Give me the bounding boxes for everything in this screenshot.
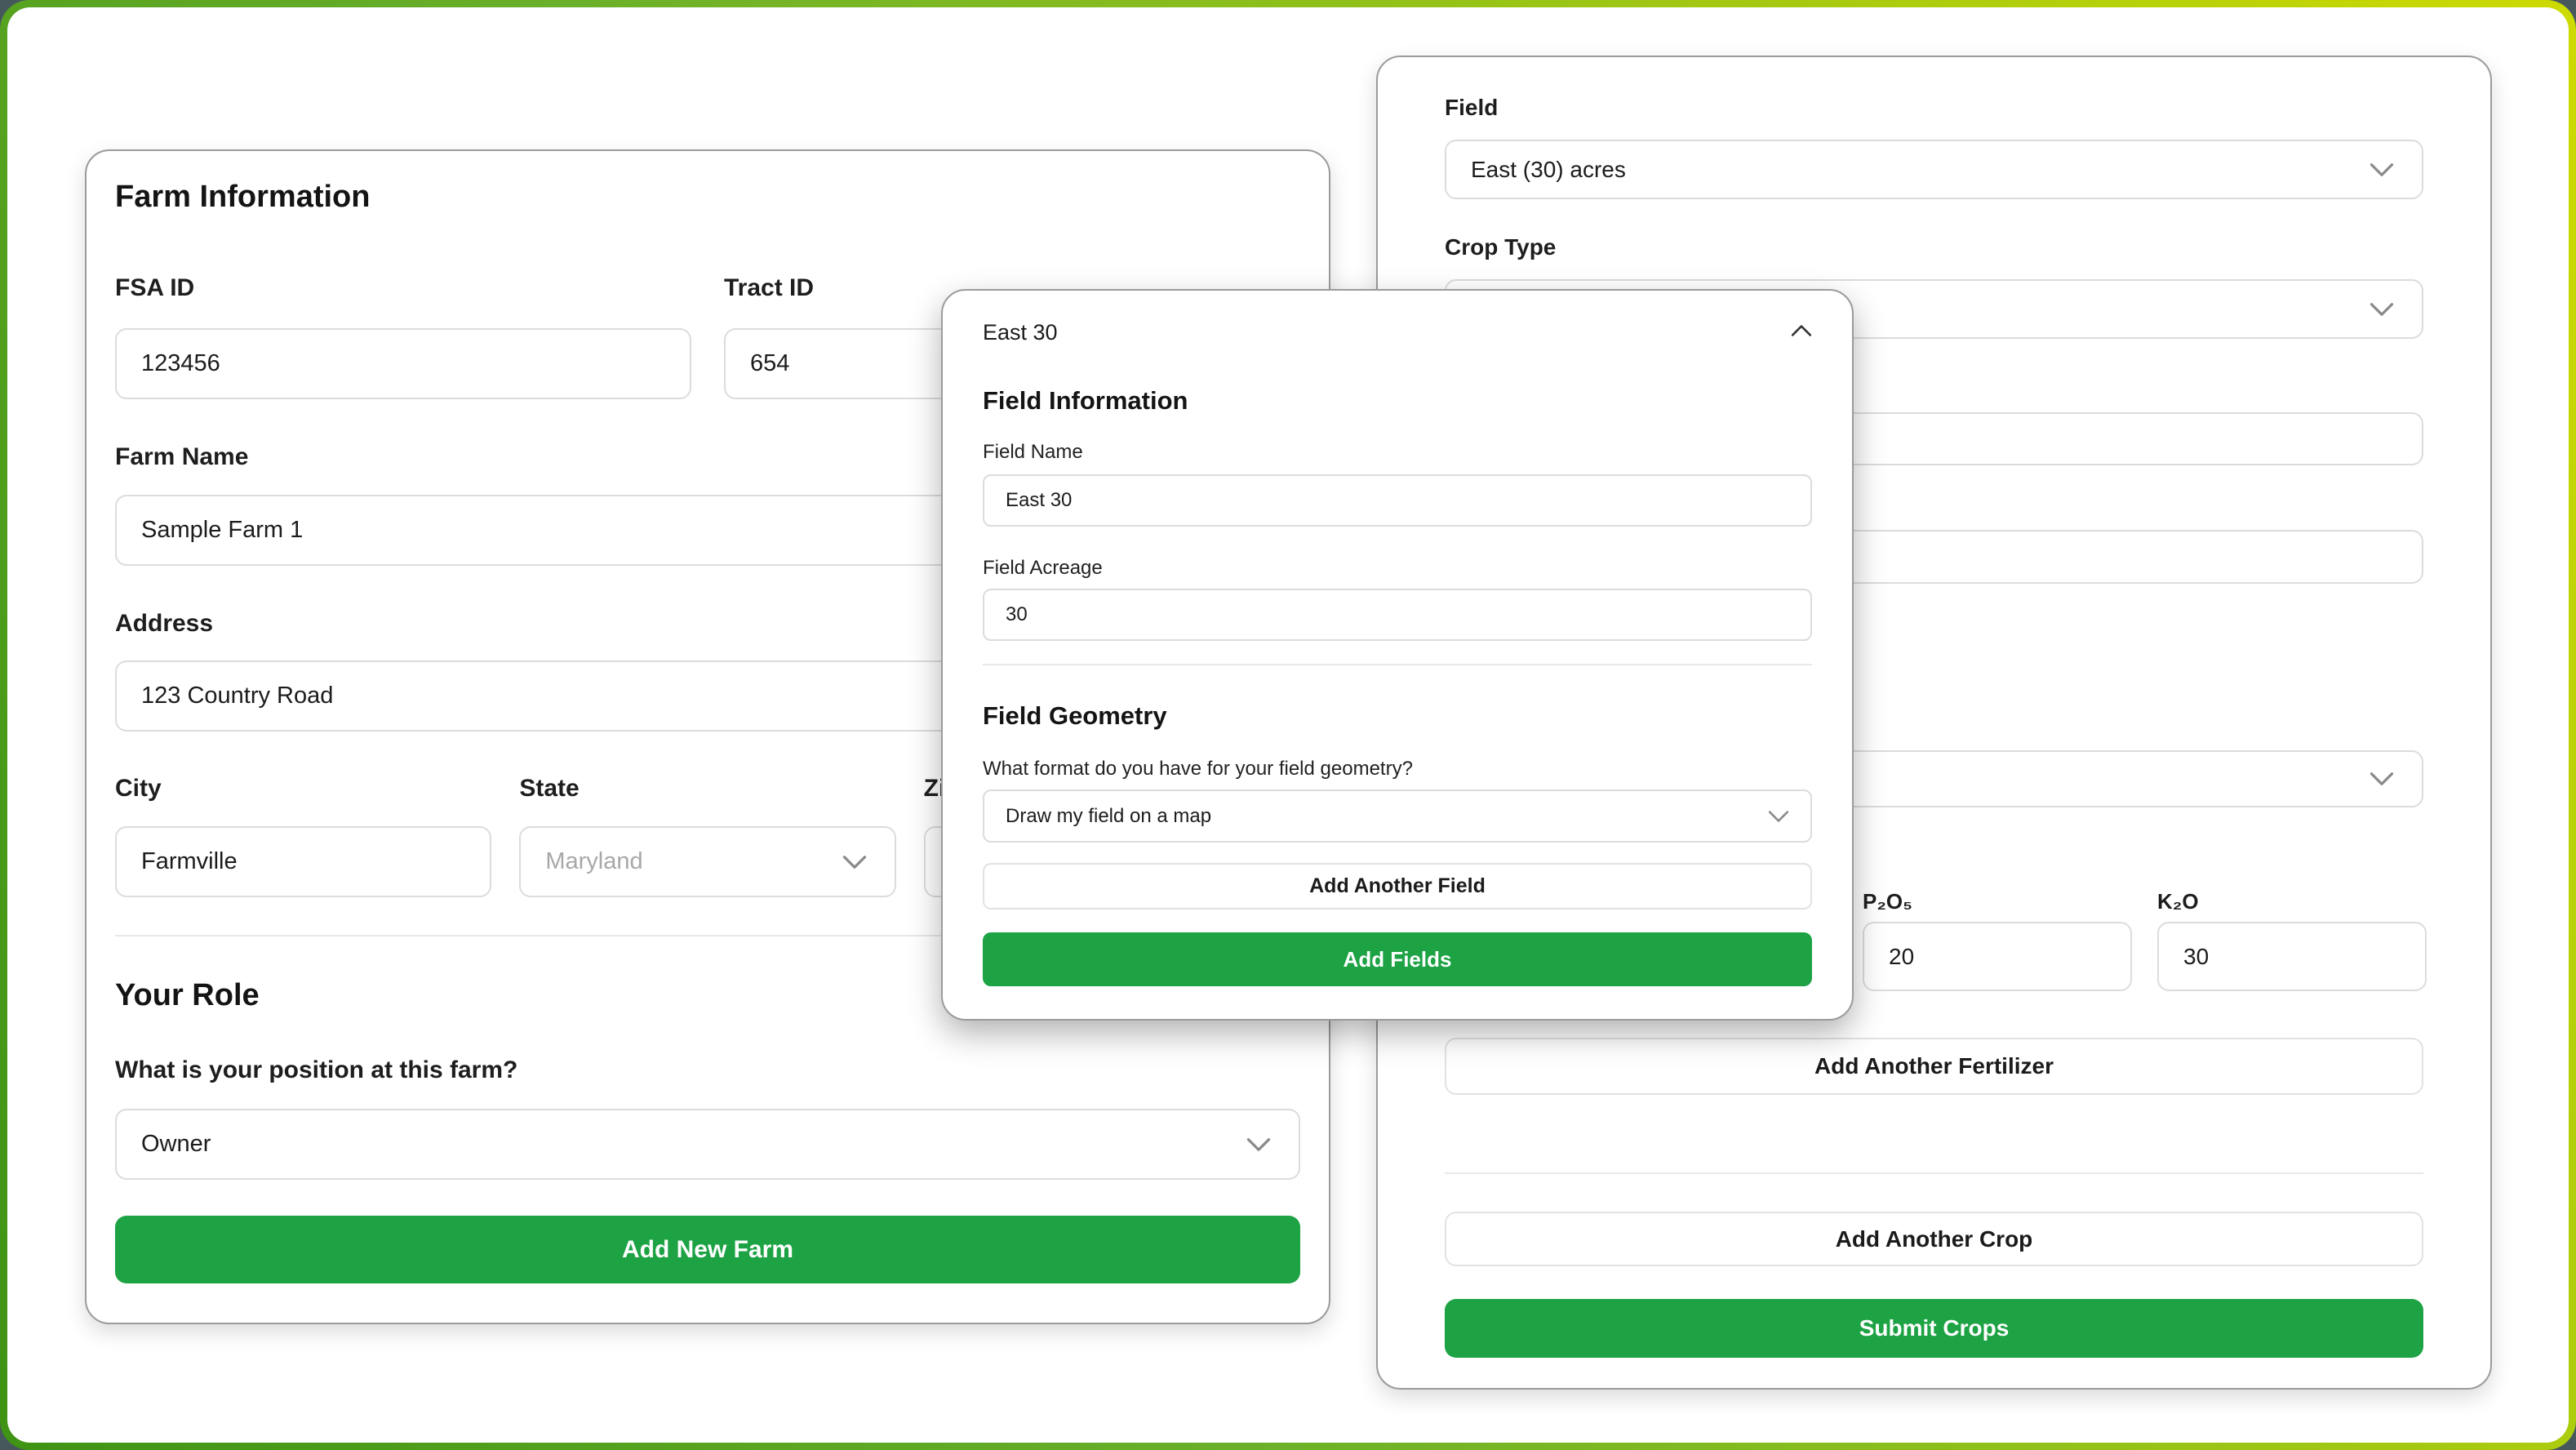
city-input[interactable]: Farmville bbox=[115, 826, 491, 897]
add-another-field-button[interactable]: Add Another Field bbox=[983, 863, 1812, 910]
fsa-id-input[interactable]: 123456 bbox=[115, 328, 691, 399]
state-group: State Maryland bbox=[519, 774, 895, 897]
chevron-down-icon bbox=[1768, 810, 1789, 823]
field-select[interactable]: East (30) acres bbox=[1445, 140, 2423, 199]
chevron-up-icon[interactable] bbox=[1791, 324, 1812, 341]
chevron-down-icon bbox=[842, 855, 867, 870]
k2o-group: K₂O 30 bbox=[2157, 888, 2427, 991]
add-new-farm-button[interactable]: Add New Farm bbox=[115, 1216, 1300, 1283]
field-select-label: Field bbox=[1445, 94, 2423, 122]
geometry-question-label: What format do you have for your field g… bbox=[983, 757, 1812, 781]
submit-crops-button[interactable]: Submit Crops bbox=[1445, 1299, 2423, 1358]
field-geometry-section-title: Field Geometry bbox=[983, 700, 1812, 732]
chevron-down-icon bbox=[2369, 302, 2394, 317]
field-editor-card: East 30 Field Information Field Name Eas… bbox=[941, 289, 1854, 1021]
field-acreage-value: 30 bbox=[1006, 603, 1028, 626]
geometry-format-select[interactable]: Draw my field on a map bbox=[983, 789, 1812, 843]
add-another-fertilizer-button[interactable]: Add Another Fertilizer bbox=[1445, 1038, 2423, 1095]
geometry-format-value: Draw my field on a map bbox=[1006, 805, 1211, 828]
field-name-label: Field Name bbox=[983, 440, 1812, 465]
city-group: City Farmville bbox=[115, 774, 491, 897]
tract-id-value: 654 bbox=[750, 350, 789, 377]
state-label: State bbox=[519, 774, 895, 803]
fsa-id-label: FSA ID bbox=[115, 274, 691, 303]
p2o5-label: P₂O₅ bbox=[1863, 888, 2132, 914]
section-divider bbox=[983, 664, 1812, 665]
k2o-input[interactable]: 30 bbox=[2157, 922, 2427, 991]
role-question-label: What is your position at this farm? bbox=[115, 1056, 1300, 1085]
field-name-value: East 30 bbox=[1006, 489, 1072, 512]
address-value: 123 Country Road bbox=[141, 683, 333, 709]
field-select-value: East (30) acres bbox=[1471, 157, 1626, 183]
role-value: Owner bbox=[141, 1131, 211, 1158]
farm-card-title: Farm Information bbox=[115, 177, 1300, 216]
chevron-down-icon bbox=[2369, 162, 2394, 177]
field-info-section-title: Field Information bbox=[983, 385, 1812, 417]
add-fields-button[interactable]: Add Fields bbox=[983, 932, 1812, 986]
p2o5-value: 20 bbox=[1889, 944, 1914, 970]
k2o-label: K₂O bbox=[2157, 888, 2427, 914]
chevron-down-icon bbox=[2369, 772, 2394, 786]
field-acreage-input[interactable]: 30 bbox=[983, 589, 1812, 641]
p2o5-group: P₂O₅ 20 bbox=[1863, 888, 2132, 991]
chevron-down-icon bbox=[1246, 1137, 1271, 1152]
field-card-header[interactable]: East 30 bbox=[983, 320, 1812, 345]
section-divider bbox=[1445, 1172, 2423, 1174]
city-value: Farmville bbox=[141, 848, 238, 875]
role-select[interactable]: Owner bbox=[115, 1109, 1300, 1180]
crop-type-label: Crop Type bbox=[1445, 234, 2423, 261]
field-name-input[interactable]: East 30 bbox=[983, 474, 1812, 527]
field-acreage-label: Field Acreage bbox=[983, 556, 1812, 580]
farm-name-value: Sample Farm 1 bbox=[141, 517, 303, 544]
p2o5-input[interactable]: 20 bbox=[1863, 922, 2132, 991]
field-card-header-title: East 30 bbox=[983, 320, 1058, 345]
add-another-crop-button[interactable]: Add Another Crop bbox=[1445, 1212, 2423, 1266]
city-label: City bbox=[115, 774, 491, 803]
fsa-id-group: FSA ID 123456 bbox=[115, 274, 691, 399]
state-value: Maryland bbox=[545, 848, 642, 875]
state-select[interactable]: Maryland bbox=[519, 826, 895, 897]
k2o-value: 30 bbox=[2183, 944, 2209, 970]
fsa-id-value: 123456 bbox=[141, 350, 220, 377]
